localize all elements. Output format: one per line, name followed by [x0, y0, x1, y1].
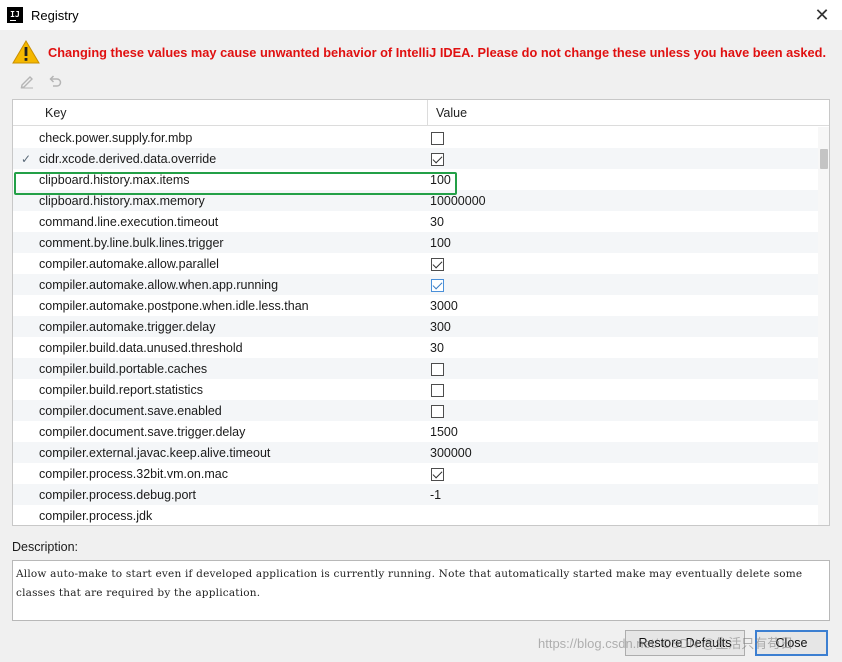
- table-row[interactable]: clipboard.history.max.items 100: [13, 169, 818, 190]
- table-row[interactable]: compiler.build.report.statistics: [13, 379, 818, 400]
- close-icon[interactable]: ✕: [810, 3, 834, 27]
- value-text[interactable]: 30: [428, 341, 808, 355]
- table-row[interactable]: comment.by.line.bulk.lines.trigger 100: [13, 232, 818, 253]
- value-checkbox-cell[interactable]: [428, 277, 808, 292]
- table-row[interactable]: compiler.build.data.unused.threshold 30: [13, 337, 818, 358]
- table-row[interactable]: compiler.document.save.trigger.delay 1500: [13, 421, 818, 442]
- registry-key: compiler.build.data.unused.threshold: [39, 340, 243, 355]
- table-row[interactable]: compiler.automake.trigger.delay 300: [13, 316, 818, 337]
- registry-key: compiler.process.debug.port: [39, 487, 197, 502]
- table-row[interactable]: compiler.automake.allow.when.app.running: [13, 274, 818, 295]
- undo-icon[interactable]: [46, 72, 64, 90]
- registry-key: command.line.execution.timeout: [39, 214, 219, 229]
- checkbox-unchecked[interactable]: [431, 362, 444, 376]
- checkbox-checked[interactable]: [431, 152, 444, 166]
- value-checkbox-cell[interactable]: [428, 130, 808, 145]
- table-row[interactable]: compiler.document.save.enabled: [13, 400, 818, 421]
- table-row[interactable]: compiler.build.portable.caches: [13, 358, 818, 379]
- column-header-key[interactable]: Key: [13, 100, 428, 126]
- title-bar: IJ Registry ✕: [0, 0, 842, 30]
- table-row[interactable]: clipboard.history.max.memory 10000000: [13, 190, 818, 211]
- value-checkbox-cell[interactable]: [428, 382, 808, 397]
- value-text[interactable]: 3000: [428, 299, 808, 313]
- registry-key: compiler.automake.postpone.when.idle.les…: [39, 298, 309, 313]
- table-row[interactable]: command.line.execution.timeout 30: [13, 211, 818, 232]
- window-title: Registry: [31, 7, 79, 23]
- checkbox-unchecked[interactable]: [431, 404, 444, 418]
- registry-table: Key Value check.power.supply.for.mbp ✓ cid…: [12, 99, 830, 526]
- value-text[interactable]: 300000: [428, 446, 808, 460]
- value-text[interactable]: 30: [428, 215, 808, 229]
- checkbox-checked[interactable]: [431, 467, 444, 481]
- intellij-app-icon: IJ: [7, 7, 23, 23]
- registry-key: clipboard.history.max.memory: [39, 193, 205, 208]
- restore-defaults-button[interactable]: Restore Defaults: [625, 630, 745, 656]
- warning-banner: Changing these values may cause unwanted…: [12, 38, 826, 66]
- checkbox-checked[interactable]: [431, 278, 444, 292]
- value-text[interactable]: 10000000: [428, 194, 808, 208]
- warning-text: Changing these values may cause unwanted…: [48, 44, 826, 60]
- value-text[interactable]: 100: [428, 236, 808, 250]
- checkbox-unchecked[interactable]: [431, 131, 444, 145]
- table-row[interactable]: compiler.process.debug.port -1: [13, 484, 818, 505]
- value-checkbox-cell[interactable]: [428, 151, 808, 166]
- table-header: Key Value: [13, 100, 829, 126]
- registry-key: compiler.automake.allow.when.app.running: [39, 277, 279, 292]
- table-row[interactable]: check.power.supply.for.mbp: [13, 127, 818, 148]
- table-row[interactable]: ✓ cidr.xcode.derived.data.override: [13, 148, 818, 169]
- value-checkbox-cell[interactable]: [428, 466, 808, 481]
- vertical-scrollbar[interactable]: [818, 127, 829, 525]
- registry-key: check.power.supply.for.mbp: [39, 130, 193, 145]
- column-header-value[interactable]: Value: [428, 100, 818, 126]
- registry-key: compiler.process.32bit.vm.on.mac: [39, 466, 228, 481]
- registry-key: compiler.automake.trigger.delay: [39, 319, 216, 334]
- pencil-icon[interactable]: [18, 72, 36, 90]
- value-text[interactable]: 1500: [428, 425, 808, 439]
- scrollbar-thumb[interactable]: [820, 149, 828, 169]
- value-checkbox-cell[interactable]: [428, 403, 808, 418]
- table-row[interactable]: compiler.external.javac.keep.alive.timeo…: [13, 442, 818, 463]
- checkbox-checked[interactable]: [431, 257, 444, 271]
- value-text[interactable]: 300: [428, 320, 808, 334]
- value-text[interactable]: -1: [428, 488, 808, 502]
- registry-key: compiler.automake.allow.parallel: [39, 256, 219, 271]
- value-text[interactable]: 100: [428, 173, 808, 187]
- table-body: check.power.supply.for.mbp ✓ cidr.xcode.de…: [13, 127, 818, 525]
- value-checkbox-cell[interactable]: [428, 361, 808, 376]
- table-row[interactable]: compiler.process.32bit.vm.on.mac: [13, 463, 818, 484]
- close-button[interactable]: Close: [755, 630, 828, 656]
- description-label: Description:: [12, 540, 78, 554]
- modified-check-icon: ✓: [20, 151, 32, 166]
- warning-icon: [12, 40, 40, 64]
- registry-key: compiler.document.save.trigger.delay: [39, 424, 246, 439]
- table-row[interactable]: compiler.automake.allow.parallel: [13, 253, 818, 274]
- registry-key: compiler.build.portable.caches: [39, 361, 208, 376]
- registry-key: compiler.process.jdk: [39, 508, 153, 523]
- table-row[interactable]: compiler.automake.postpone.when.idle.les…: [13, 295, 818, 316]
- registry-key: compiler.external.javac.keep.alive.timeo…: [39, 445, 271, 460]
- toolbar: [18, 72, 64, 92]
- registry-key: cidr.xcode.derived.data.override: [39, 151, 217, 166]
- registry-key: compiler.build.report.statistics: [39, 382, 203, 397]
- registry-key: comment.by.line.bulk.lines.trigger: [39, 235, 224, 250]
- checkbox-unchecked[interactable]: [431, 383, 444, 397]
- registry-key: clipboard.history.max.items: [39, 172, 190, 187]
- table-row[interactable]: compiler.process.jdk: [13, 505, 818, 525]
- description-text: Allow auto-make to start even if develop…: [12, 560, 830, 621]
- value-checkbox-cell[interactable]: [428, 256, 808, 271]
- registry-key: compiler.document.save.enabled: [39, 403, 222, 418]
